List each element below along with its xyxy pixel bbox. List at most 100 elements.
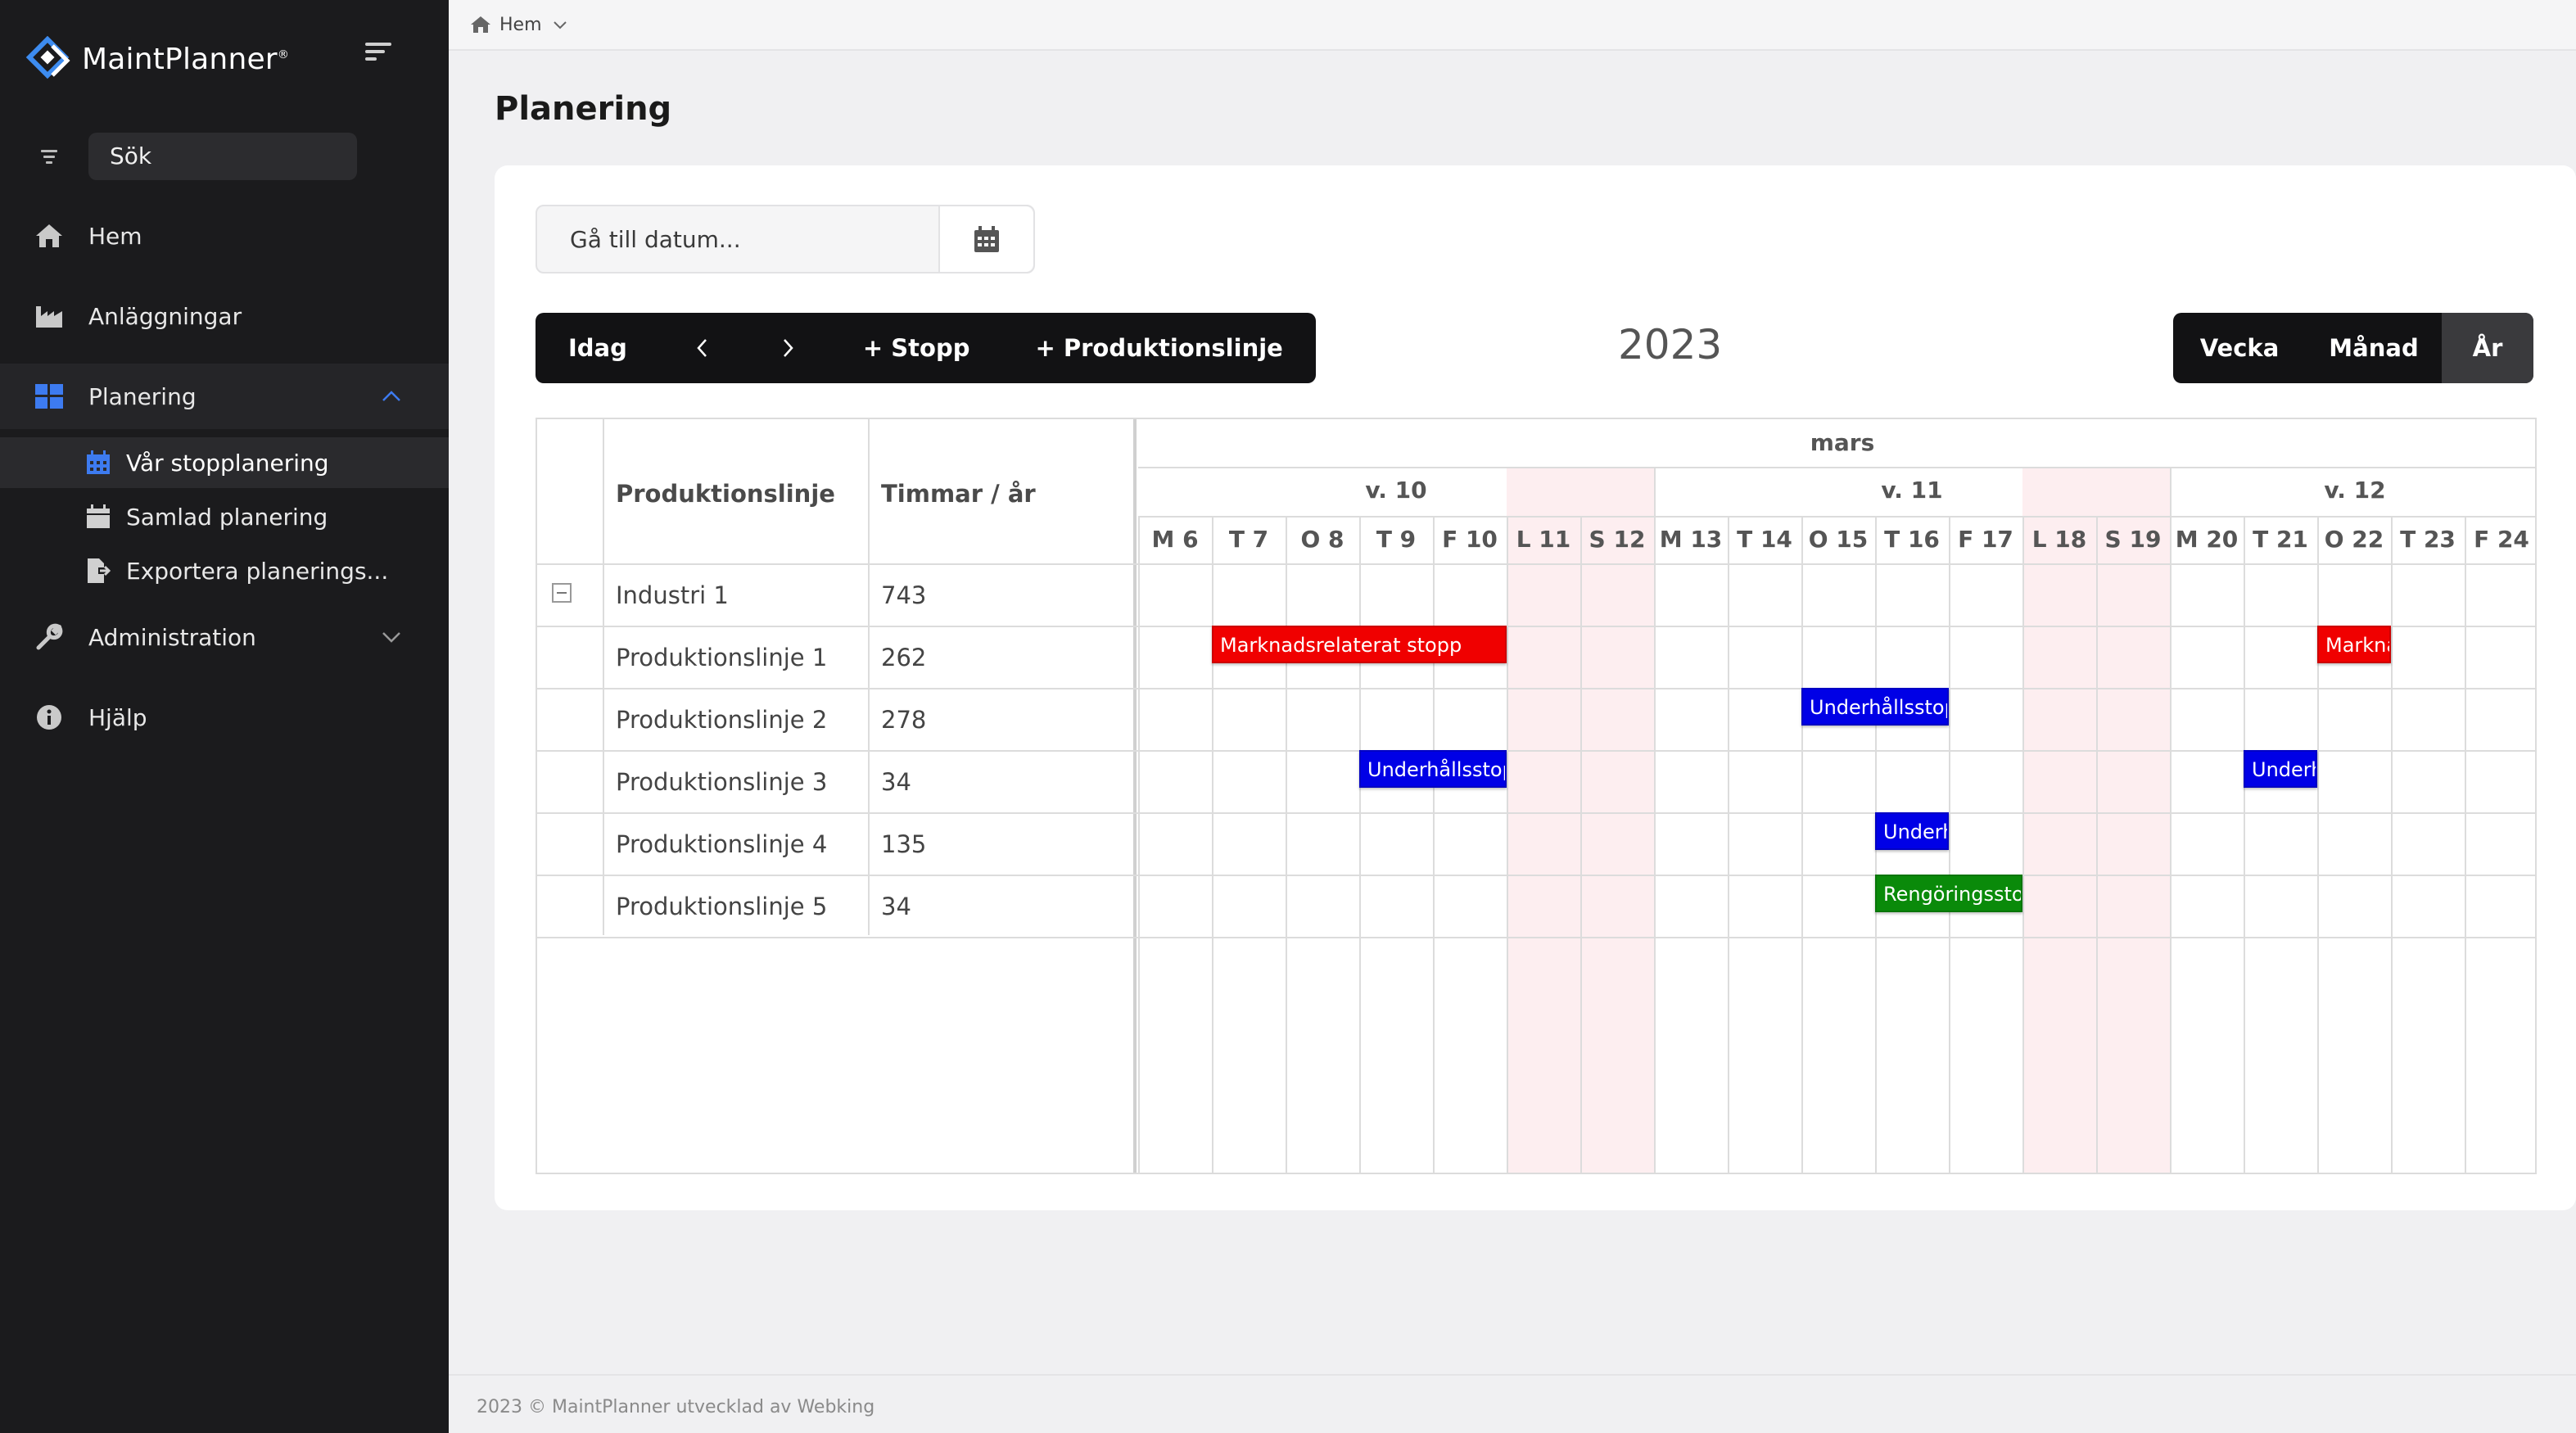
header-divider <box>1138 516 2535 518</box>
view-month-button[interactable]: Månad <box>2306 313 2442 383</box>
production-line-hours: 34 <box>881 768 911 796</box>
chevron-up-icon <box>382 391 400 401</box>
day-gridline <box>1138 516 1140 1173</box>
stop-event[interactable]: Underhållsstopp <box>1801 688 1949 726</box>
day-gridline <box>2465 516 2466 1173</box>
day-label: F 24 <box>2474 526 2529 553</box>
subitem-var-stopplanering[interactable]: Vår stopplanering <box>0 437 449 488</box>
stop-event[interactable]: Marknadsrelaterat stopp <box>2317 626 2391 663</box>
sidebar-item-label: Planering <box>88 382 197 410</box>
production-line-name: Industri 1 <box>616 581 729 609</box>
subitem-samlad-planering[interactable]: Samlad planering <box>0 491 449 542</box>
week-label: v. 10 <box>1365 477 1427 504</box>
logo-icon <box>25 36 70 79</box>
current-year: 2023 <box>1618 321 1723 368</box>
filter-icon[interactable] <box>33 140 66 173</box>
sidebar-collapse-button[interactable] <box>365 43 398 72</box>
goto-date-input[interactable]: Gå till datum... <box>537 206 938 272</box>
column-header-hours: Timmar / år <box>881 480 1036 508</box>
stop-event[interactable]: Underhållsstopp <box>1875 812 1949 850</box>
goto-date-field: Gå till datum... <box>536 205 1035 273</box>
table-divider <box>868 419 870 935</box>
calendar-icon <box>87 450 110 474</box>
row-divider <box>537 750 2535 752</box>
production-line-name: Produktionslinje 1 <box>616 644 828 671</box>
production-line-name: Produktionslinje 4 <box>616 830 828 858</box>
stop-event[interactable]: Underhållsstopp <box>1359 750 1507 788</box>
sidebar-item-anlaggningar[interactable]: Anläggningar <box>0 283 449 349</box>
app-logo[interactable]: MaintPlanner® <box>23 36 289 82</box>
search-input[interactable]: Sök <box>88 133 357 180</box>
weekend-column <box>2022 468 2096 1173</box>
day-label: S 12 <box>1589 526 1646 553</box>
subitem-label: Samlad planering <box>126 503 328 531</box>
calendar-simple-icon <box>87 504 110 528</box>
stop-event[interactable]: Underhållsstopp <box>2244 750 2317 788</box>
header-divider <box>1138 467 2535 468</box>
row-divider <box>537 937 2535 938</box>
table-divider <box>603 419 604 935</box>
breadcrumb-home[interactable]: Hem <box>499 15 542 35</box>
day-gridline <box>1580 516 1582 1173</box>
day-label: T 9 <box>1376 526 1417 553</box>
stop-event[interactable]: Marknadsrelaterat stopp <box>1212 626 1507 663</box>
sidebar-item-planering[interactable]: Planering <box>0 364 449 429</box>
day-gridline <box>1949 516 1950 1173</box>
production-line-hours: 743 <box>881 581 927 609</box>
production-line-hours: 278 <box>881 706 927 734</box>
subitem-exportera[interactable]: Exportera planerings... <box>0 545 449 596</box>
info-icon <box>33 701 66 734</box>
chevron-down-icon[interactable] <box>552 16 568 33</box>
calendar-toolbar: Idag + Stopp + Produktionslinje <box>536 313 1316 383</box>
production-line-name: Produktionslinje 3 <box>616 768 828 796</box>
day-gridline <box>1286 516 1287 1173</box>
view-week-button[interactable]: Vecka <box>2173 313 2306 383</box>
next-button[interactable] <box>745 313 830 383</box>
day-label: T 23 <box>2400 526 2456 553</box>
day-gridline <box>2022 516 2024 1173</box>
day-label: M 13 <box>1659 526 1723 553</box>
production-line-hours: 34 <box>881 893 911 920</box>
week-label: v. 11 <box>1881 477 1943 504</box>
day-gridline <box>1433 516 1435 1173</box>
app-name: MaintPlanner® <box>82 42 290 76</box>
header-divider <box>537 563 2535 565</box>
stop-event[interactable]: Rengöringsstopp <box>1875 875 2022 912</box>
add-production-line-button[interactable]: + Produktionslinje <box>1002 313 1315 383</box>
footer: 2023 © MaintPlanner utvecklad av Webking <box>449 1374 2576 1433</box>
day-label: M 6 <box>1151 526 1199 553</box>
row-divider <box>537 875 2535 876</box>
sidebar-item-label: Hjälp <box>88 703 147 731</box>
sidebar-item-label: Anläggningar <box>88 302 242 330</box>
pane-divider <box>1133 419 1137 1173</box>
sidebar-item-hem[interactable]: Hem <box>0 203 449 269</box>
day-label: O 22 <box>2324 526 2384 553</box>
chevron-left-icon <box>697 339 707 357</box>
sidebar-item-administration[interactable]: Administration <box>0 604 449 670</box>
day-gridline <box>1654 516 1656 1173</box>
home-icon <box>471 16 490 33</box>
collapse-group-icon[interactable] <box>552 583 572 603</box>
today-button[interactable]: Idag <box>536 313 660 383</box>
weekend-column <box>1507 468 1580 1173</box>
day-gridline <box>1212 516 1213 1173</box>
export-icon <box>88 558 111 583</box>
weekend-column <box>1580 468 1654 1173</box>
sidebar-item-label: Hem <box>88 222 142 250</box>
breadcrumb: Hem <box>449 0 2576 51</box>
chevron-down-icon <box>382 632 400 643</box>
day-label: F 17 <box>1958 526 2013 553</box>
weekend-column <box>2096 468 2170 1173</box>
week-label: v. 12 <box>2324 477 2386 504</box>
add-stop-button[interactable]: + Stopp <box>830 313 1003 383</box>
sidebar-item-hjalp[interactable]: Hjälp <box>0 685 449 750</box>
day-label: T 7 <box>1228 526 1269 553</box>
sidebar: MaintPlanner® Sök Hem Anläggningar Plane… <box>0 0 449 1433</box>
view-switcher: Vecka Månad År <box>2173 313 2533 383</box>
prev-button[interactable] <box>660 313 745 383</box>
datepicker-button[interactable] <box>938 206 1033 272</box>
grid-icon <box>33 380 66 413</box>
row-divider <box>537 626 2535 627</box>
production-line-hours: 135 <box>881 830 927 858</box>
view-year-button[interactable]: År <box>2442 313 2533 383</box>
